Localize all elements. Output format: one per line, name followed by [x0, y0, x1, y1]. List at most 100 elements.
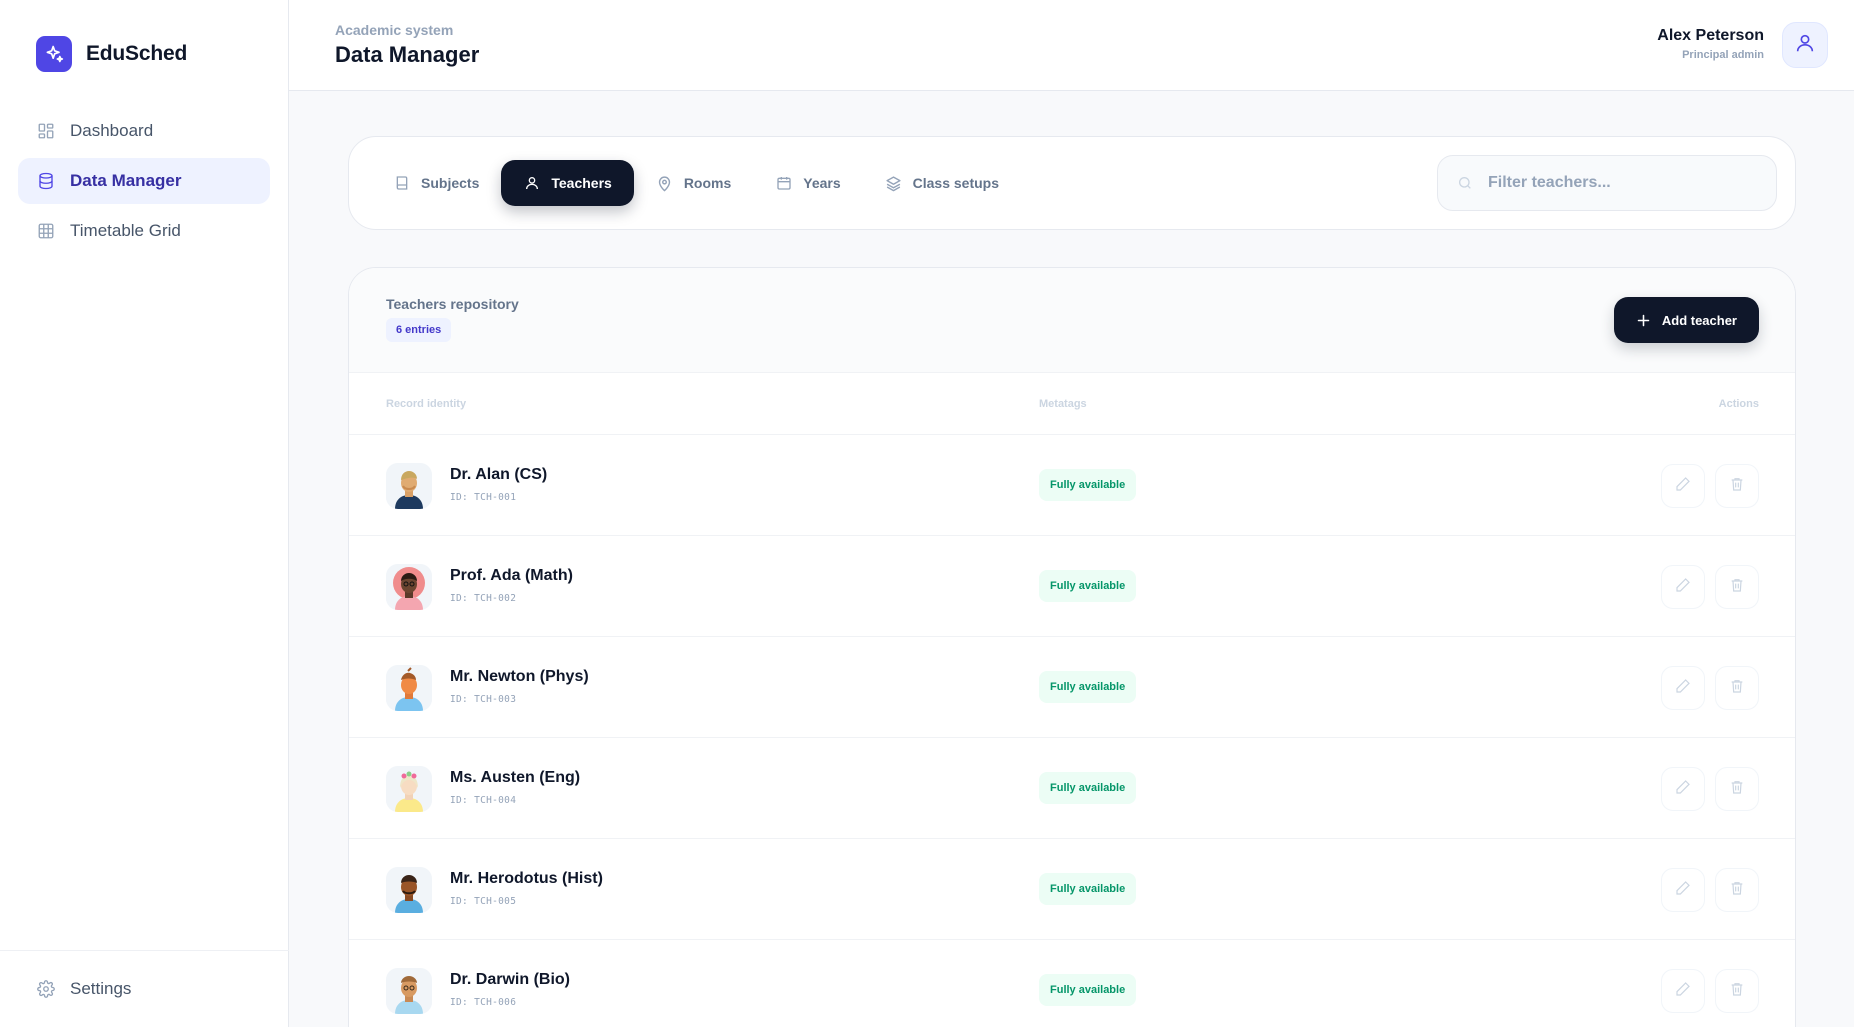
teacher-id: ID: TCH-003	[450, 694, 517, 705]
map-pin-icon	[656, 174, 674, 192]
user-avatar-button[interactable]	[1782, 22, 1828, 68]
brand-name: EduSched	[86, 42, 188, 65]
tab-label: Years	[803, 175, 841, 191]
edit-button[interactable]	[1661, 868, 1705, 912]
tab-subjects[interactable]: Subjects	[371, 160, 501, 206]
repository-title: Teachers repository	[386, 296, 519, 312]
trash-icon	[1729, 779, 1745, 800]
teacher-id: ID: TCH-006	[450, 997, 517, 1008]
teacher-name: Mr. Newton (Phys)	[450, 668, 589, 685]
table-row[interactable]: Mr. Herodotus (Hist) ID: TCH-005 Fully a…	[349, 839, 1795, 940]
teacher-avatar	[386, 665, 432, 711]
sidebar-nav: Dashboard Data Manager Timetable Grid	[18, 108, 270, 258]
table-row[interactable]: Ms. Austen (Eng) ID: TCH-004 Fully avail…	[349, 738, 1795, 839]
add-teacher-label: Add teacher	[1661, 312, 1737, 328]
column-header-metatags: Metatags	[1039, 398, 1087, 410]
table-body: Dr. Alan (CS) ID: TCH-001 Fully availabl…	[349, 435, 1795, 1027]
column-header-actions: Actions	[1718, 398, 1759, 410]
pencil-icon	[1675, 577, 1691, 598]
sidebar-footer: Settings	[0, 950, 289, 1027]
brand[interactable]: EduSched	[36, 36, 187, 72]
teacher-id: ID: TCH-005	[450, 896, 517, 907]
teacher-avatar	[386, 564, 432, 610]
tab-class-setups[interactable]: Class setups	[863, 160, 1021, 206]
filter-teachers-input[interactable]	[1488, 174, 1748, 192]
repository-header: Teachers repository 6 entries Add teache…	[349, 268, 1795, 373]
sidebar-item-label: Timetable Grid	[70, 221, 181, 240]
pencil-icon	[1675, 476, 1691, 497]
database-icon	[36, 171, 56, 191]
teacher-name: Dr. Darwin (Bio)	[450, 971, 571, 988]
trash-icon	[1729, 880, 1745, 901]
delete-button[interactable]	[1715, 969, 1759, 1013]
teacher-id: ID: TCH-004	[450, 795, 517, 806]
user-role: Principal admin	[1682, 49, 1764, 61]
sidebar-item-dashboard[interactable]: Dashboard	[18, 108, 270, 154]
header-eyebrow: Academic system	[335, 22, 454, 38]
table-row[interactable]: Dr. Darwin (Bio) ID: TCH-006 Fully avail…	[349, 940, 1795, 1027]
book-icon	[393, 174, 411, 192]
settings-label: Settings	[70, 979, 132, 998]
trash-icon	[1729, 678, 1745, 699]
add-teacher-button[interactable]: Add teacher	[1613, 297, 1759, 343]
tab-teachers[interactable]: Teachers	[501, 160, 634, 206]
table-row[interactable]: Dr. Alan (CS) ID: TCH-001 Fully availabl…	[349, 435, 1795, 536]
table-row[interactable]: Mr. Newton (Phys) ID: TCH-003 Fully avai…	[349, 637, 1795, 738]
pencil-icon	[1675, 779, 1691, 800]
tab-label: Class setups	[912, 175, 1000, 191]
teacher-avatar	[386, 968, 432, 1014]
person-icon	[523, 174, 541, 192]
column-header-identity: Record identity	[386, 398, 467, 410]
sidebar-item-label: Data Manager	[70, 171, 182, 190]
calendar-icon	[775, 174, 793, 192]
sidebar-item-timetable-grid[interactable]: Timetable Grid	[18, 208, 270, 254]
delete-button[interactable]	[1715, 565, 1759, 609]
entity-tabs-card: Subjects Teachers Rooms Years Class setu…	[348, 136, 1796, 230]
table-row[interactable]: Prof. Ada (Math) ID: TCH-002 Fully avail…	[349, 536, 1795, 637]
sidebar-item-label: Dashboard	[70, 121, 154, 140]
teacher-id: ID: TCH-001	[450, 492, 517, 503]
delete-button[interactable]	[1715, 767, 1759, 811]
tab-label: Subjects	[421, 175, 480, 191]
pencil-icon	[1675, 678, 1691, 699]
delete-button[interactable]	[1715, 464, 1759, 508]
settings-link[interactable]: Settings	[36, 979, 131, 999]
sidebar: EduSched Dashboard Data Manager Timetabl…	[0, 0, 289, 1027]
status-badge: Fully available	[1039, 671, 1137, 703]
status-badge: Fully available	[1039, 772, 1137, 804]
sparkle-logo-icon	[36, 36, 72, 72]
edit-button[interactable]	[1661, 464, 1705, 508]
table-header: Record identity Metatags Actions	[349, 373, 1795, 435]
trash-icon	[1729, 476, 1745, 497]
edit-button[interactable]	[1661, 767, 1705, 811]
status-badge: Fully available	[1039, 974, 1137, 1006]
delete-button[interactable]	[1715, 666, 1759, 710]
dashboard-grid-icon	[36, 121, 56, 141]
tab-years[interactable]: Years	[753, 160, 862, 206]
edit-button[interactable]	[1661, 565, 1705, 609]
sidebar-item-data-manager[interactable]: Data Manager	[18, 158, 270, 204]
trash-icon	[1729, 981, 1745, 1002]
table-grid-icon	[36, 221, 56, 241]
teachers-repository: Teachers repository 6 entries Add teache…	[348, 267, 1796, 1027]
teacher-name: Dr. Alan (CS)	[450, 466, 548, 483]
pencil-icon	[1675, 880, 1691, 901]
user-name: Alex Peterson	[1657, 27, 1764, 44]
user-info: Alex Peterson Principal admin	[1657, 27, 1764, 61]
tab-rooms[interactable]: Rooms	[634, 160, 753, 206]
status-badge: Fully available	[1039, 570, 1137, 602]
entries-count-badge: 6 entries	[386, 318, 452, 342]
plus-icon	[1636, 312, 1652, 328]
teacher-id: ID: TCH-002	[450, 593, 517, 604]
edit-button[interactable]	[1661, 969, 1705, 1013]
page-title: Data Manager	[335, 42, 480, 67]
teacher-avatar	[386, 766, 432, 812]
filter-search	[1437, 155, 1777, 211]
status-badge: Fully available	[1039, 873, 1137, 905]
user-icon	[1794, 32, 1816, 59]
pencil-icon	[1675, 981, 1691, 1002]
teacher-name: Ms. Austen (Eng)	[450, 769, 581, 786]
delete-button[interactable]	[1715, 868, 1759, 912]
edit-button[interactable]	[1661, 666, 1705, 710]
layers-icon	[885, 174, 903, 192]
